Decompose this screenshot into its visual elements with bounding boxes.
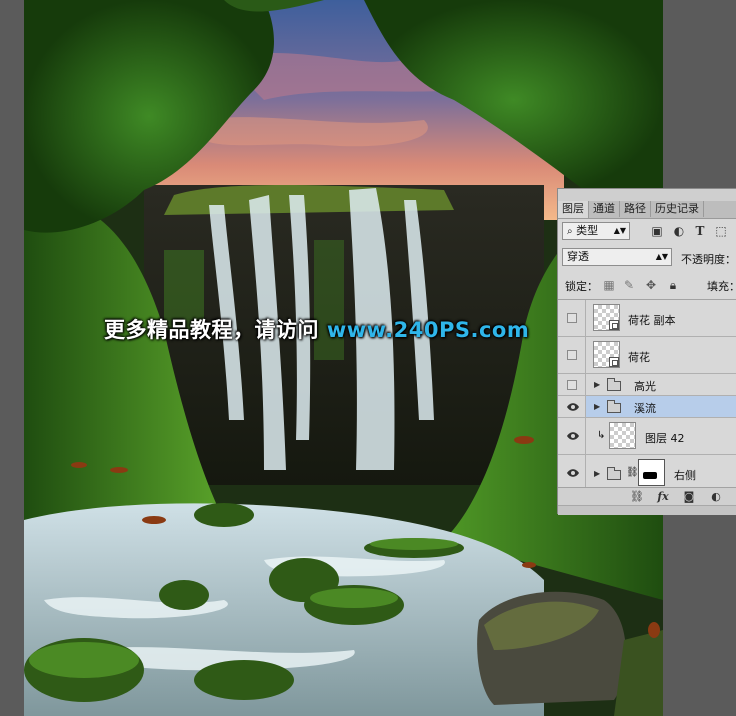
watermark-label: 更多精品教程，请访问 [104,318,327,342]
lock-row: 锁定： ▦ ✎ ✥ 🔒︎ 填充： [562,277,736,295]
visibility-off-box [567,379,577,390]
layer-group-row[interactable]: ▶ 高光 [558,374,736,396]
adjustment-filter-icon[interactable]: ◐ [672,224,686,238]
lock-brush-icon[interactable]: ✎ [622,278,636,292]
lock-all-icon[interactable]: 🔒︎ [666,278,680,292]
mask-shape [643,472,657,479]
watermark-text: 更多精品教程，请访问 www.240PS.com [104,314,529,344]
tab-paths[interactable]: 路径 [620,201,651,217]
panel-resize-strip[interactable] [558,505,736,515]
watermark-url: www.240PS.com [326,318,530,342]
eye-icon [567,432,579,440]
folder-icon [607,400,621,413]
panel-tabs: 图层 通道 路径 历史记录 [558,201,736,219]
image-filter-icon[interactable]: ▣ [650,224,664,238]
expand-triangle-icon[interactable]: ▶ [594,380,600,389]
visibility-toggle[interactable] [558,455,586,487]
layer-name: 图层 42 [645,432,685,445]
layer-name: 高光 [634,380,656,393]
tab-channels[interactable]: 通道 [589,201,620,217]
expand-triangle-icon[interactable]: ▶ [594,469,600,478]
workspace-background: 更多精品教程，请访问 www.240PS.com 图层 通道 路径 历史记录 ⌕… [0,0,736,716]
layer-name: 荷花 [628,351,650,364]
layer-thumbnail [593,304,620,331]
panel-footer: ⛓︎ fx ◙ ◐ [558,487,736,506]
layer-row[interactable]: ↳ 图层 42 [558,418,736,455]
expand-triangle-icon[interactable]: ▶ [594,402,600,411]
adjustment-icon[interactable]: ◐ [709,490,723,503]
lock-transparency-icon[interactable]: ▦ [602,278,616,292]
visibility-toggle[interactable] [558,337,586,373]
layer-thumbnail [609,422,636,449]
layers-panel[interactable]: 图层 通道 路径 历史记录 ⌕ 类型 ▲▼ ▣ ◐ T ⬚ 穿透 ▲▼ 不透明度… [557,188,736,515]
eye-icon [567,469,579,477]
visibility-toggle[interactable] [558,396,586,417]
layer-group-row[interactable]: ▶ ⛓︎ 右侧 [558,455,736,487]
shape-filter-icon[interactable]: ⬚ [714,224,728,238]
layer-name: 荷花 副本 [628,314,676,327]
layer-name: 右侧 [674,469,696,482]
tab-layers[interactable]: 图层 [558,201,589,218]
layer-mask-thumbnail[interactable] [638,459,665,486]
fx-icon[interactable]: fx [656,490,670,503]
visibility-off-box [567,313,577,323]
layer-group-row[interactable]: ▶ 溪流 [558,396,736,418]
opacity-label: 不透明度： [681,253,736,266]
visibility-toggle[interactable] [558,418,586,454]
smart-object-icon [609,320,619,330]
folder-icon [607,467,621,480]
link-icon[interactable]: ⛓︎ [630,490,644,503]
smart-object-icon [609,357,619,367]
tab-history[interactable]: 历史记录 [651,201,704,217]
layer-row[interactable]: 荷花 [558,337,736,374]
folder-icon [607,378,621,391]
layer-thumbnail [593,341,620,368]
lock-position-icon[interactable]: ✥ [644,278,658,292]
lock-label: 锁定： [565,280,598,293]
filter-kind-select[interactable]: ⌕ 类型 ▲▼ [562,222,630,240]
mask-icon[interactable]: ◙ [682,490,696,503]
visibility-toggle[interactable] [558,374,586,395]
blend-mode-value: 穿透 [567,250,589,263]
visibility-toggle[interactable] [558,300,586,336]
layer-row[interactable]: 荷花 副本 [558,300,736,337]
filter-row: ⌕ 类型 ▲▼ ▣ ◐ T ⬚ [562,222,736,242]
visibility-off-box [567,350,577,360]
eye-icon [567,402,579,411]
blend-mode-select[interactable]: 穿透 ▲▼ [562,248,672,266]
clipping-arrow-icon: ↳ [597,430,606,441]
layer-name: 溪流 [634,402,656,415]
layer-list[interactable]: 荷花 副本 荷花 ▶ 高光 ▶ 溪流 ↳ 图层 42 ▶ ⛓︎ 右侧 [558,300,736,487]
fill-label: 填充： [707,280,736,293]
chevron-updown-icon: ▲▼ [655,252,668,261]
search-icon: ⌕ [567,226,573,237]
chevron-updown-icon: ▲▼ [613,226,626,235]
chain-link-icon: ⛓︎ [626,467,639,478]
text-filter-icon[interactable]: T [693,224,707,238]
blend-row: 穿透 ▲▼ 不透明度： [562,248,736,268]
filter-kind-value: 类型 [576,224,599,237]
